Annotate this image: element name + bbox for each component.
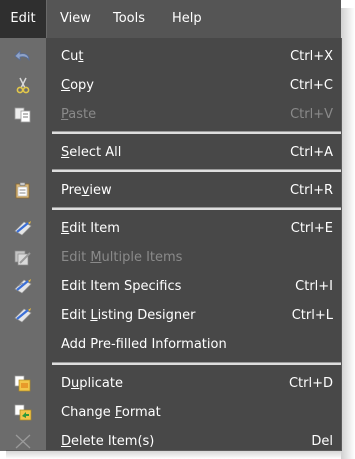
menu-tools[interactable]: Tools [113,0,145,38]
menu-item-shortcut: Ctrl+I [295,279,333,294]
menu-separator [52,169,341,172]
menu-item-label: Cut [61,49,84,64]
undo-arrow-icon [14,48,32,65]
duplicate-icon [14,375,32,392]
menu-view[interactable]: View [60,0,91,38]
menu-item-label: Edit Item [61,221,120,236]
app-window: Edit View Tools Help Cut Ctrl+X Copy Ctr… [0,0,355,459]
menu-separator [52,131,341,134]
menu-item-label: Edit Multiple Items [61,250,183,265]
clipboard-icon [14,182,32,199]
menu-item-edit-multiple-items[interactable]: Edit Multiple Items [0,243,341,272]
menu-item-label: Edit Listing Designer [61,308,196,323]
menu-item-cut[interactable]: Cut Ctrl+X [0,42,341,71]
menu-item-paste[interactable]: Paste Ctrl+V [0,100,341,129]
designer-edit-icon [14,307,32,324]
menu-item-label: Select All [61,145,122,160]
menu-help[interactable]: Help [172,0,202,38]
menu-item-add-pre-filled-information[interactable]: Add Pre-filled Information [0,330,341,359]
menu-item-label: Add Pre-filled Information [61,337,227,352]
menu-item-shortcut: Ctrl+A [290,145,333,160]
edit-dropdown-menu: Cut Ctrl+X Copy Ctrl+C Paste Ctrl+V Sele… [0,38,342,451]
menu-item-edit-item[interactable]: Edit Item Ctrl+E [0,214,341,243]
menu-shadow-bottom [6,450,341,459]
menu-item-label: Edit Item Specifics [61,279,182,294]
menu-item-label: Preview [61,183,112,198]
menu-item-label: Change Format [61,405,161,420]
menu-item-shortcut: Ctrl+X [290,49,333,64]
menu-item-copy[interactable]: Copy Ctrl+C [0,71,341,100]
menu-item-shortcut: Ctrl+D [288,376,333,391]
menu-item-select-all[interactable]: Select All Ctrl+A [0,138,341,167]
menu-item-duplicate[interactable]: Duplicate Ctrl+D [0,369,341,398]
menu-item-shortcut: Ctrl+E [290,221,333,236]
menu-item-shortcut: Ctrl+V [290,107,333,122]
menu-item-label: Copy [61,78,94,93]
menu-item-preview[interactable]: Preview Ctrl+R [0,176,341,205]
menu-item-label: Paste [61,107,97,122]
scissors-icon [14,77,32,94]
menu-item-change-format[interactable]: Change Format [0,398,341,427]
menu-item-edit-item-specifics[interactable]: Edit Item Specifics Ctrl+I [0,272,341,301]
menu-shadow-right [341,8,355,459]
menu-item-label: Duplicate [61,376,123,391]
edit-pen-icon [14,220,32,237]
specifics-edit-icon [14,278,32,295]
menu-edit[interactable]: Edit [0,0,47,38]
menu-item-shortcut: Ctrl+C [289,78,333,93]
menu-separator [52,207,341,210]
copy-pages-icon [14,106,32,123]
menu-item-shortcut: Ctrl+L [291,308,333,323]
change-format-icon [14,404,32,421]
menu-bar: Edit View Tools Help [0,0,341,38]
menu-item-shortcut: Ctrl+R [289,183,333,198]
multi-edit-icon [14,249,32,266]
menu-separator [52,362,341,365]
delete-x-icon [14,433,32,450]
menu-item-edit-listing-designer[interactable]: Edit Listing Designer Ctrl+L [0,301,341,330]
